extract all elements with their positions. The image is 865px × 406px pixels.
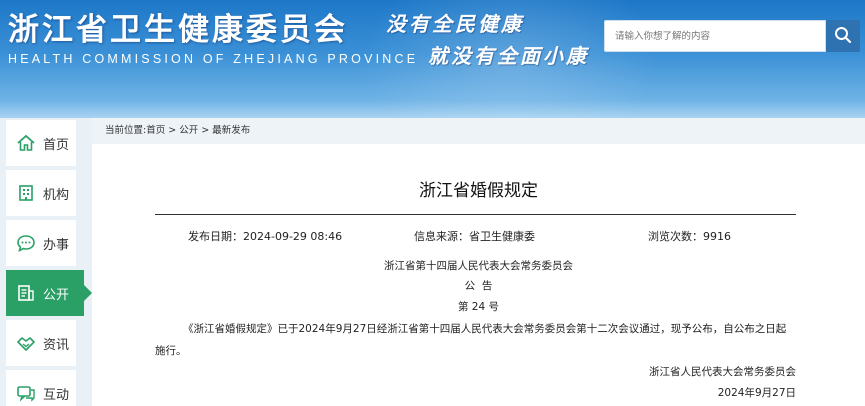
- sidebar-item-home[interactable]: 首页: [6, 120, 76, 166]
- sidebar-item-label: 资讯: [43, 337, 70, 353]
- body-paragraph-line-2: 施行。: [155, 345, 187, 357]
- info-source: 信息来源：省卫生健康委: [414, 228, 535, 244]
- comment-icon: [16, 383, 36, 403]
- sidebar-item-label: 首页: [43, 137, 70, 153]
- sidebar-item-public[interactable]: 公开: [6, 270, 92, 316]
- site-header: 浙江省卫生健康委员会 HEALTH COMMISSION OF ZHEJIANG…: [0, 0, 865, 118]
- title-divider: [155, 214, 796, 215]
- search-button[interactable]: [826, 20, 860, 52]
- sidebar-item-interaction[interactable]: 互动: [6, 370, 76, 406]
- article-panel: 当前位置:首页 > 公开 > 最新发布 浙江省婚假规定 发布日期：2024-09…: [92, 118, 865, 406]
- sidebar-item-label: 机构: [43, 187, 70, 203]
- breadcrumb-latest-link[interactable]: 最新发布: [212, 125, 250, 136]
- search-input[interactable]: [604, 20, 826, 52]
- breadcrumb-separator: >: [198, 125, 213, 136]
- chat-icon: [16, 233, 36, 253]
- article-title: 浙江省婚假规定: [419, 181, 538, 201]
- slogan-line-2: 就没有全面小康: [428, 44, 589, 68]
- breadcrumb-public-link[interactable]: 公开: [179, 125, 198, 136]
- view-count: 浏览次数：9916: [648, 228, 731, 244]
- site-title[interactable]: 浙江省卫生健康委员会: [8, 4, 348, 49]
- signature-date: 2024年9月27日: [717, 387, 796, 399]
- info-source-label: 信息来源：: [414, 230, 469, 243]
- search-icon: [834, 26, 852, 47]
- publish-date-value: 2024-09-29 08:46: [243, 230, 343, 243]
- breadcrumb: 当前位置:首页 > 公开 > 最新发布: [92, 118, 865, 144]
- notice-heading: 公 告: [464, 280, 493, 292]
- body-paragraph-line-1: 《浙江省婚假规定》已于2024年9月27日经浙江省第十四届人民代表大会常务委员会…: [183, 323, 787, 335]
- sidebar-item-label: 公开: [43, 287, 70, 303]
- sidebar-item-news[interactable]: 资讯: [6, 320, 76, 366]
- breadcrumb-home-link[interactable]: 首页: [146, 125, 165, 136]
- breadcrumb-separator: >: [165, 125, 180, 136]
- sidebar-item-services[interactable]: 办事: [6, 220, 76, 266]
- publish-date-label: 发布日期：: [188, 230, 243, 243]
- view-count-label: 浏览次数：: [648, 230, 703, 243]
- slogan-line-1: 没有全民健康: [386, 12, 524, 36]
- sidebar-item-organization[interactable]: 机构: [6, 170, 76, 216]
- issuer-line: 浙江省第十四届人民代表大会常务委员会: [384, 260, 573, 272]
- info-source-value: 省卫生健康委: [469, 230, 535, 243]
- home-icon: [16, 133, 36, 153]
- sidebar-item-label: 办事: [43, 237, 70, 253]
- signature-line: 浙江省人民代表大会常务委员会: [649, 366, 796, 378]
- document-icon: [16, 283, 36, 303]
- breadcrumb-prefix: 当前位置:: [105, 125, 147, 136]
- sidebar-nav: 首页 机构 办事 公开 资讯 互动: [0, 118, 92, 406]
- building-icon: [16, 183, 36, 203]
- site-subtitle: HEALTH COMMISSION OF ZHEJIANG PROVINCE: [8, 52, 419, 66]
- publish-date: 发布日期：2024-09-29 08:46: [188, 228, 342, 244]
- sidebar-item-label: 互动: [43, 387, 70, 403]
- handshake-icon: [16, 333, 36, 353]
- view-count-value: 9916: [703, 230, 731, 243]
- notice-number: 第 24 号: [457, 301, 500, 313]
